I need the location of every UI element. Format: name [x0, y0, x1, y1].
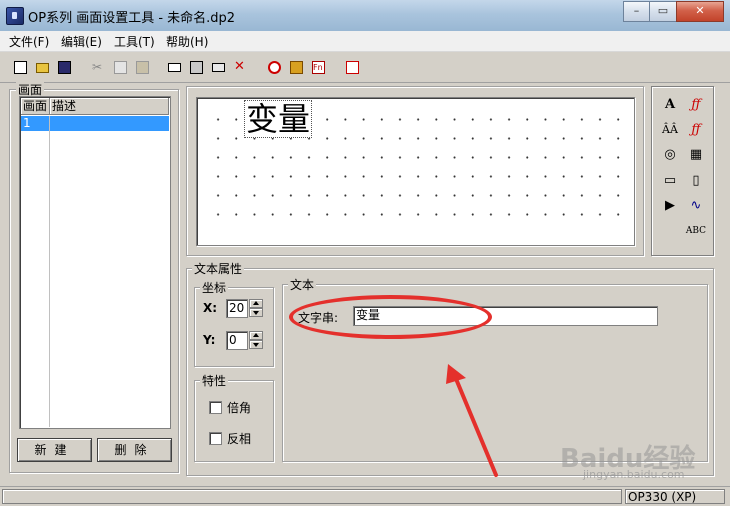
title-bar: OP系列 画面设置工具 - 未命名.dp2 – ▭ ✕ — [0, 0, 730, 32]
trend-graph-tool-icon[interactable]: ∿ — [685, 196, 707, 216]
menu-tools[interactable]: 工具(T) — [114, 33, 155, 50]
bitmap-tool-icon[interactable]: ▦ — [685, 145, 707, 165]
status-model: OP330 (XP) — [625, 489, 725, 504]
text-tool-icon[interactable]: A — [659, 95, 681, 115]
menu-help[interactable]: 帮助(H) — [166, 33, 208, 50]
new-screen-button[interactable]: 新建 — [17, 438, 92, 462]
window-title: OP系列 画面设置工具 - 未命名.dp2 — [28, 11, 236, 26]
invert-checkbox[interactable] — [209, 432, 222, 445]
copy-icon[interactable] — [110, 57, 130, 77]
maximize-button[interactable]: ▭ — [649, 1, 677, 22]
cut-icon[interactable]: ✂ — [88, 57, 108, 77]
coordinates-label: 坐标 — [200, 279, 229, 296]
download-icon[interactable] — [342, 57, 362, 77]
bar-graph-tool-icon[interactable]: ▯ — [685, 171, 707, 191]
alarm-clock-icon[interactable] — [264, 57, 284, 77]
status-bar: OP330 (XP) — [0, 486, 730, 506]
lamp-tool-icon[interactable]: ◎ — [659, 145, 681, 165]
column-header-screen[interactable]: 画面 — [21, 98, 50, 115]
attributes-group — [194, 380, 274, 462]
menu-bar: 文件(F) 编辑(E) 工具(T) 帮助(H) — [0, 31, 730, 52]
watermark-url: jingyan.baidu.com — [583, 468, 685, 481]
screens-list[interactable]: 画面 描述 1 — [19, 96, 171, 429]
screen-id: 1 — [23, 116, 31, 130]
save-icon[interactable] — [54, 57, 74, 77]
column-divider — [49, 116, 50, 427]
close-button[interactable]: ✕ — [676, 1, 724, 22]
menu-edit[interactable]: 编辑(E) — [61, 33, 102, 50]
minimize-button[interactable]: – — [623, 1, 650, 22]
large-text-tool-icon[interactable]: ÂÂ — [659, 120, 681, 140]
paste-icon[interactable] — [132, 57, 152, 77]
x-stepper-up[interactable] — [249, 299, 263, 308]
status-message — [2, 489, 622, 504]
list-item[interactable]: 1 — [21, 116, 169, 131]
x-stepper[interactable] — [249, 299, 263, 317]
double-angle-label: 倍角 — [227, 401, 252, 415]
function-key-icon[interactable]: Fn — [308, 57, 328, 77]
x-stepper-down[interactable] — [249, 308, 263, 317]
menu-file[interactable]: 文件(F) — [9, 33, 49, 50]
attributes-label: 特性 — [200, 372, 229, 389]
screen-icon[interactable] — [164, 57, 184, 77]
screen-copy-icon[interactable] — [208, 57, 228, 77]
annotation-ellipse — [289, 295, 492, 339]
x-label: X: — [203, 301, 218, 315]
x-input[interactable]: 20 — [226, 299, 248, 318]
toolbar: ✂ ✕ Fn — [0, 52, 730, 83]
open-folder-icon[interactable] — [32, 57, 52, 77]
text-string-group-label: 文本 — [288, 276, 317, 293]
y-input[interactable]: 0 — [226, 331, 248, 350]
canvas-text-object[interactable]: 变量 — [244, 100, 313, 138]
delete-screen-button[interactable]: 删除 — [97, 438, 172, 462]
invert-label: 反相 — [227, 432, 252, 446]
numeric-display-tool-icon[interactable]: ▭ — [659, 171, 681, 191]
screen-canvas[interactable]: 变量 — [196, 97, 635, 246]
button-tool-icon[interactable]: ▶ — [659, 196, 681, 216]
new-file-icon[interactable] — [10, 57, 30, 77]
double-angle-checkbox[interactable] — [209, 401, 222, 414]
ascii-tool-icon[interactable]: ABC — [685, 222, 707, 242]
font-tool-icon[interactable]: ƒƒ — [685, 95, 707, 115]
screen-delete-icon[interactable]: ✕ — [230, 57, 250, 77]
large-font-tool-icon[interactable]: ƒƒ — [685, 120, 707, 140]
y-stepper[interactable] — [249, 331, 263, 349]
text-properties-label: 文本属性 — [192, 260, 245, 277]
app-icon — [6, 7, 24, 25]
object-palette: A ƒƒ ÂÂ ƒƒ ◎ ▦ ▭ ▯ ▶ ∿ ABC — [651, 86, 714, 256]
screen-properties-icon[interactable] — [186, 57, 206, 77]
y-stepper-up[interactable] — [249, 331, 263, 340]
home-screen-icon[interactable] — [286, 57, 306, 77]
y-label: Y: — [203, 333, 216, 347]
y-stepper-down[interactable] — [249, 340, 263, 349]
column-header-description[interactable]: 描述 — [50, 98, 169, 115]
annotation-arrow — [446, 364, 498, 477]
